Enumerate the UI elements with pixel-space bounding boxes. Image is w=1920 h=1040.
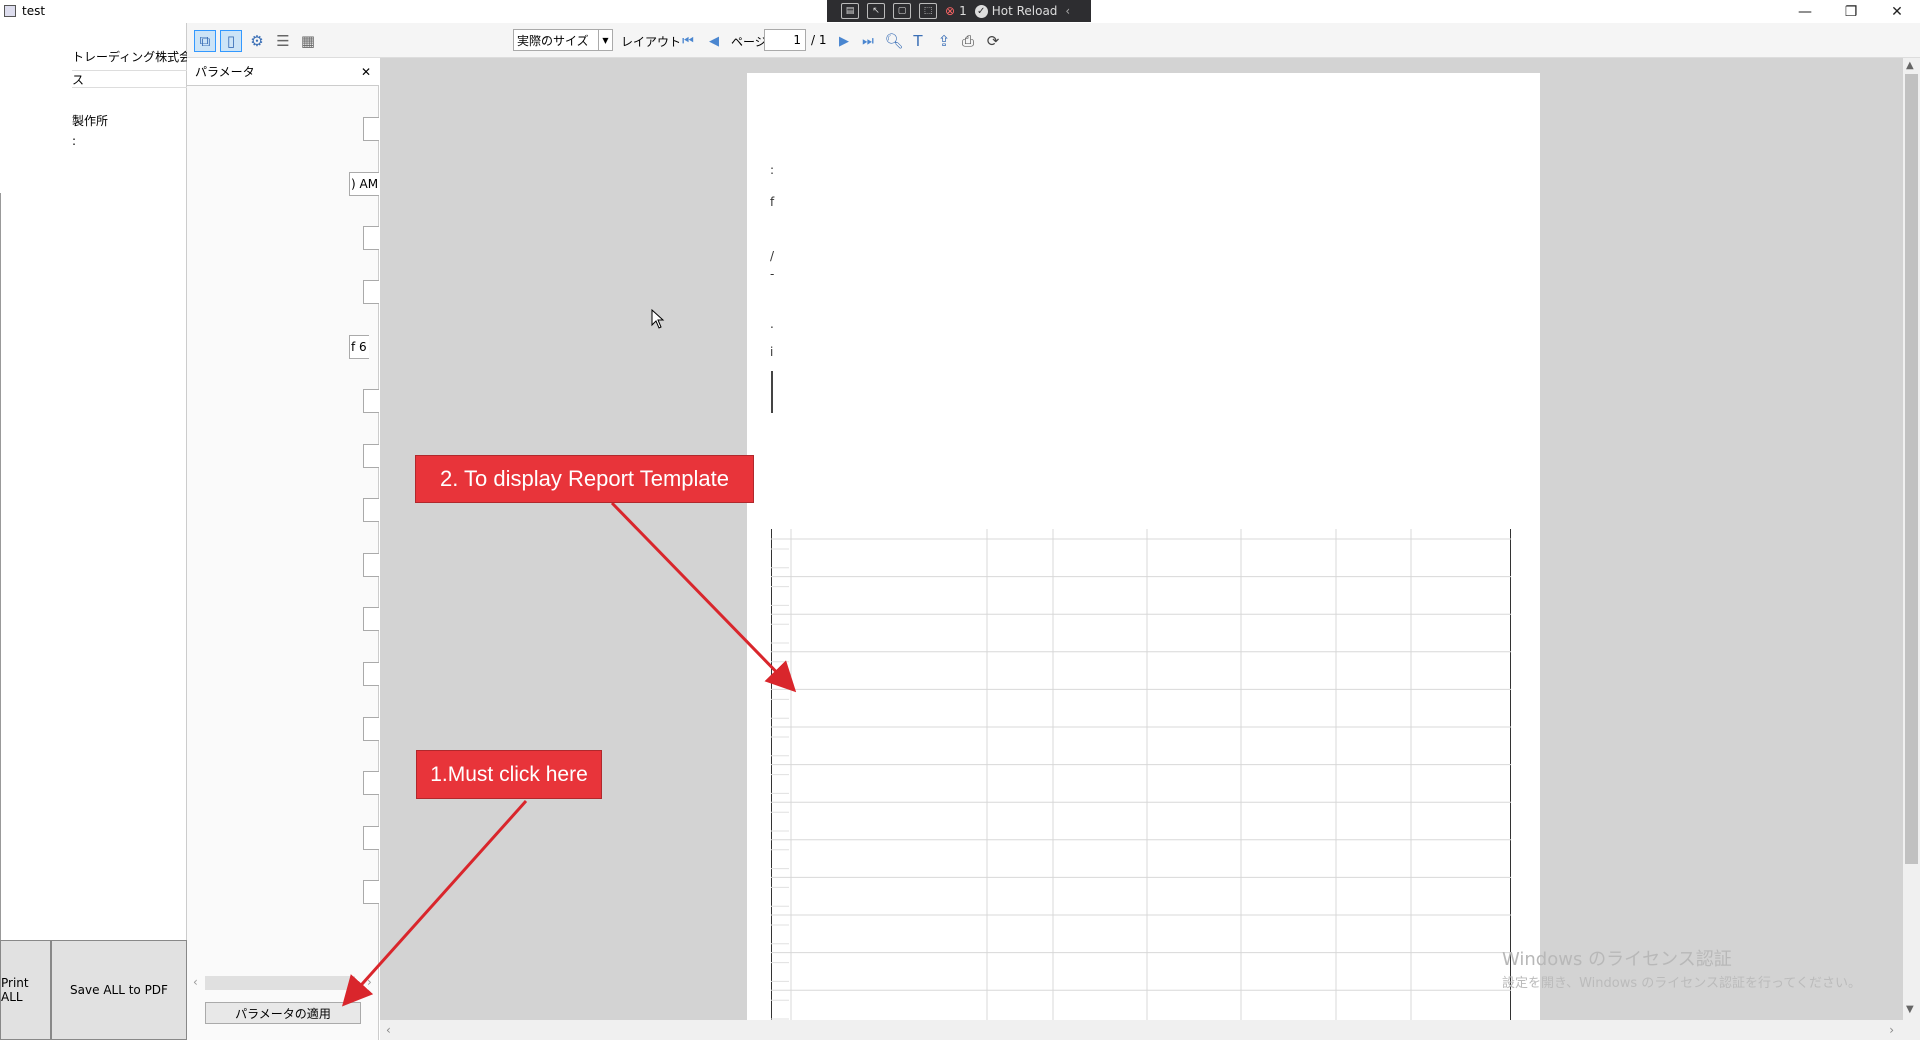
windows-activation-title: Windows のライセンス認証 — [1502, 949, 1732, 970]
live-tree-icon[interactable]: ▤ — [841, 3, 859, 19]
param-field[interactable] — [363, 498, 379, 522]
display-layout-icon[interactable]: ▢ — [893, 3, 911, 19]
report-fragment: . — [770, 317, 774, 331]
collapse-toolbar-icon[interactable]: ‹ — [1065, 4, 1070, 18]
scroll-left-icon[interactable]: ‹ — [193, 975, 198, 989]
scroll-down-icon[interactable]: ▼ — [1906, 1004, 1914, 1015]
report-page: : f / - . i — [747, 73, 1540, 1020]
parameters-panel: パラメータ ✕ ) AM f 6 ‹ › パラメータの適用 — [187, 58, 379, 1040]
company-suffix-row[interactable]: ス — [72, 70, 187, 88]
window-title: test — [22, 4, 46, 18]
left-panel: トレーディング株式会社 ス 製作所 : — [0, 23, 187, 1040]
scroll-right-icon[interactable]: › — [367, 975, 372, 989]
binding-error-icon: ⊗ — [945, 4, 956, 18]
minimize-button[interactable]: — — [1782, 0, 1828, 23]
layout-button[interactable]: レイアウト — [621, 33, 681, 50]
hot-reload-status[interactable]: ✓ Hot Reload — [974, 4, 1058, 18]
divider — [0, 193, 1, 963]
annotation-callout-display-report: 2. To display Report Template — [415, 455, 754, 503]
zoom-select[interactable]: 実際のサイズ ▼ — [513, 29, 613, 51]
parameters-header: パラメータ ✕ — [187, 58, 379, 86]
report-viewport[interactable]: : f / - . i — [380, 58, 1903, 1020]
check-icon: ✓ — [974, 4, 988, 18]
report-fragment: f — [770, 195, 775, 209]
page-number-input[interactable]: 1 — [764, 29, 806, 51]
param-field[interactable] — [363, 607, 379, 631]
param-horizontal-scrollbar[interactable] — [205, 976, 355, 990]
print-all-button[interactable]: Print ALL — [0, 940, 51, 1040]
hot-reload-label: Hot Reload — [991, 4, 1058, 18]
vertical-scrollbar[interactable]: ▲ ▼ — [1903, 58, 1920, 1020]
binding-failures[interactable]: ⊗ 1 — [945, 4, 967, 18]
restore-button[interactable]: ❐ — [1828, 0, 1874, 23]
page-total: / 1 — [811, 33, 827, 47]
param-field[interactable] — [363, 280, 379, 304]
refresh-icon[interactable]: ⟳ — [982, 30, 1004, 52]
horizontal-scrollbar[interactable]: ‹ › — [380, 1020, 1920, 1040]
report-fragment: i — [770, 345, 774, 359]
parameters-panel-icon[interactable]: ⧉ — [194, 30, 216, 52]
parameters-title: パラメータ — [195, 65, 255, 79]
chevron-down-icon: ▼ — [598, 30, 612, 50]
annotation-callout-must-click: 1.Must click here — [416, 750, 602, 799]
param-field-time[interactable]: ) AM — [349, 172, 379, 196]
factory-row[interactable]: 製作所 — [72, 112, 187, 129]
page-label: ページ — [731, 35, 767, 49]
zoom-value: 実際のサイズ — [517, 33, 589, 48]
previous-page-icon[interactable]: ◀ — [705, 30, 723, 52]
app-icon — [4, 5, 16, 17]
param-field[interactable] — [363, 826, 379, 850]
param-field[interactable] — [363, 717, 379, 741]
track-focus-icon[interactable]: ⬚ — [919, 3, 937, 19]
report-table-grid — [771, 529, 1511, 1020]
param-field[interactable] — [363, 226, 379, 250]
search-icon[interactable]: 🔍︎ — [883, 30, 905, 52]
viewer-toolbar: ⧉ ▯ ⚙ ☰ ▦ 実際のサイズ ▼ レイアウト ⏮ ◀ ページ 1 / 1 ▶… — [187, 23, 1920, 58]
vertical-scroll-thumb[interactable] — [1905, 74, 1918, 864]
select-element-icon[interactable]: ↖ — [867, 3, 885, 19]
mouse-cursor-icon — [651, 309, 665, 329]
text-select-icon[interactable]: T — [907, 30, 929, 52]
param-field[interactable] — [363, 553, 379, 577]
report-fragment: - — [770, 267, 775, 281]
report-fragment: / — [770, 249, 775, 263]
hot-reload-toolbar: ▤ ↖ ▢ ⬚ ⊗ 1 ✓ Hot Reload ‹ — [827, 0, 1091, 22]
param-field-six[interactable]: f 6 — [349, 335, 369, 359]
page-setup-icon[interactable]: ⚙ — [246, 30, 268, 52]
param-field[interactable] — [363, 117, 379, 141]
colon-row[interactable]: : — [72, 134, 187, 148]
title-bar: test ▤ ↖ ▢ ⬚ ⊗ 1 ✓ Hot Reload ‹ — ❐ ✕ — [0, 0, 1920, 23]
param-field[interactable] — [363, 771, 379, 795]
param-field[interactable] — [363, 880, 379, 904]
save-all-pdf-button[interactable]: Save ALL to PDF — [51, 940, 187, 1040]
company-name-row[interactable]: トレーディング株式会社 — [72, 48, 187, 65]
scroll-left-icon[interactable]: ‹ — [386, 1023, 391, 1037]
outline-icon[interactable]: ☰ — [272, 30, 294, 52]
param-field[interactable] — [363, 444, 379, 468]
last-page-icon[interactable]: ⏭ — [859, 30, 877, 52]
param-field[interactable] — [363, 662, 379, 686]
thumbnails-icon[interactable]: ▦ — [297, 30, 319, 52]
first-page-icon[interactable]: ⏮ — [679, 30, 697, 52]
close-icon[interactable]: ✕ — [361, 65, 371, 79]
scroll-right-icon[interactable]: › — [1889, 1023, 1894, 1037]
document-map-icon[interactable]: ▯ — [220, 30, 242, 52]
next-page-icon[interactable]: ▶ — [835, 30, 853, 52]
export-icon[interactable]: ⇪ — [933, 30, 955, 52]
report-rule — [771, 371, 773, 413]
windows-activation-message: 設定を開き、Windows のライセンス認証を行ってください。 — [1502, 976, 1861, 991]
scroll-up-icon[interactable]: ▲ — [1906, 60, 1914, 71]
binding-failures-count: 1 — [959, 4, 967, 18]
param-field[interactable] — [363, 389, 379, 413]
print-icon[interactable]: ⎙ — [957, 30, 979, 52]
close-button[interactable]: ✕ — [1874, 0, 1920, 23]
report-fragment: : — [770, 163, 775, 177]
apply-parameters-button[interactable]: パラメータの適用 — [205, 1002, 361, 1024]
